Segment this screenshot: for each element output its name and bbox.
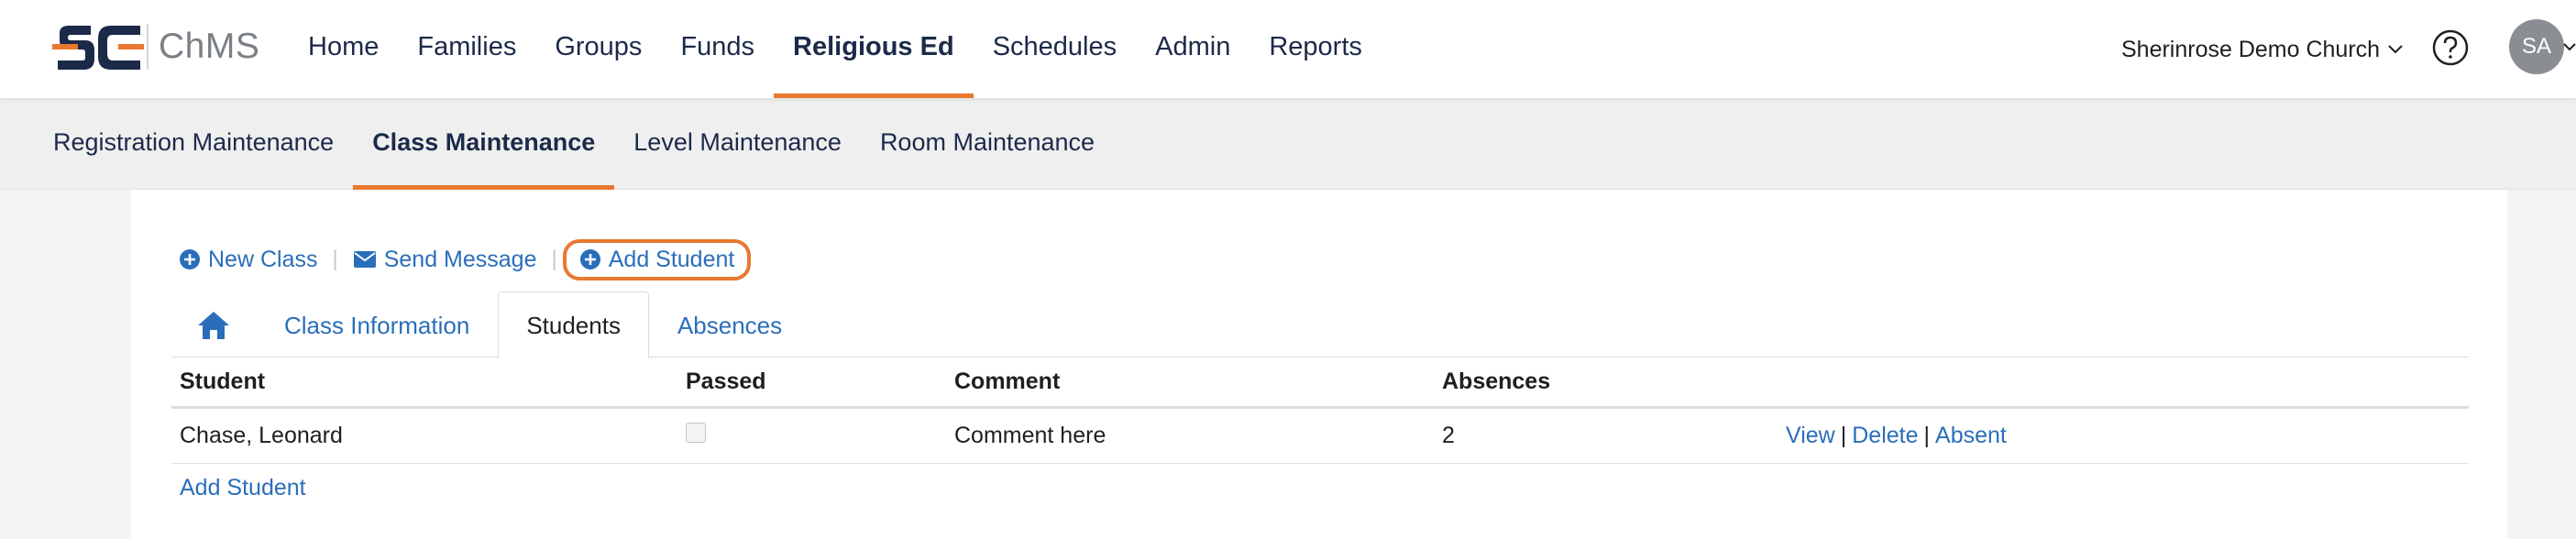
church-name: Sherinrose Demo Church (2121, 36, 2381, 62)
logo-divider (147, 24, 149, 70)
tab-class-information[interactable]: Class Information (256, 292, 498, 358)
envelope-icon (353, 251, 376, 268)
sub-nav: Registration Maintenance Class Maintenan… (34, 98, 1114, 190)
avatar-chevron-down-icon[interactable] (2563, 39, 2576, 54)
column-header-student: Student (180, 368, 266, 394)
add-student-link[interactable]: Add Student (180, 475, 306, 501)
cell-absences: 2 (1442, 423, 1455, 448)
tab-students[interactable]: Students (498, 292, 649, 358)
plus-circle-icon (180, 249, 200, 270)
column-header-comment: Comment (954, 368, 1061, 394)
subnav-registration-maintenance[interactable]: Registration Maintenance (34, 98, 353, 190)
view-link[interactable]: View (1786, 423, 1835, 448)
cell-passed (686, 423, 954, 449)
class-tabs: Class Information Students Absences (171, 292, 2469, 358)
column-header-passed: Passed (686, 368, 766, 394)
students-table: Student Passed Comment Absences Chase, L… (171, 358, 2469, 464)
nav-item-schedules[interactable]: Schedules (974, 0, 1136, 98)
add-student-label: Add Student (608, 246, 735, 272)
link-separator: | (1840, 423, 1847, 448)
cell-comment: Comment here (954, 423, 1106, 448)
action-divider: | (551, 247, 557, 271)
link-separator: | (1923, 423, 1931, 448)
sc-logo[interactable] (52, 22, 144, 73)
app-name: ChMS (159, 27, 260, 66)
subnav-room-maintenance[interactable]: Room Maintenance (861, 98, 1114, 190)
sub-navbar: Registration Maintenance Class Maintenan… (0, 98, 2576, 190)
table-header: Student Passed Comment Absences (171, 358, 2469, 409)
tab-absences[interactable]: Absences (649, 292, 810, 358)
send-message-button[interactable]: Send Message (353, 247, 537, 273)
send-message-label: Send Message (383, 246, 537, 272)
subnav-class-maintenance[interactable]: Class Maintenance (353, 98, 615, 190)
main-nav: Home Families Groups Funds Religious Ed … (289, 0, 1382, 98)
nav-item-admin[interactable]: Admin (1136, 0, 1249, 98)
help-icon[interactable] (2431, 28, 2470, 67)
plus-circle-icon (579, 249, 600, 270)
new-class-label: New Class (208, 246, 318, 272)
cell-student: Chase, Leonard (180, 423, 343, 448)
delete-link[interactable]: Delete (1852, 423, 1918, 448)
nav-item-families[interactable]: Families (398, 0, 535, 98)
table-row: Chase, Leonard Comment here 2 View | Delet… (171, 409, 2469, 464)
absent-link[interactable]: Absent (1935, 423, 2007, 448)
nav-item-religious-ed[interactable]: Religious Ed (774, 0, 974, 98)
nav-item-home[interactable]: Home (289, 0, 398, 98)
top-navbar: ChMS Home Families Groups Funds Religiou… (0, 0, 2576, 98)
nav-item-reports[interactable]: Reports (1249, 0, 1382, 98)
subnav-level-maintenance[interactable]: Level Maintenance (614, 98, 861, 190)
passed-checkbox[interactable] (686, 423, 706, 443)
cell-actions: View | Delete | Absent (1786, 423, 2469, 449)
action-divider: | (332, 247, 338, 271)
home-icon (198, 311, 229, 339)
tab-home[interactable] (171, 292, 256, 358)
add-student-button[interactable]: Add Student (562, 238, 752, 280)
chevron-down-icon (2388, 44, 2403, 53)
church-selector[interactable]: Sherinrose Demo Church (2121, 0, 2404, 98)
new-class-button[interactable]: New Class (179, 247, 317, 273)
column-header-absences: Absences (1442, 368, 1551, 394)
nav-item-funds[interactable]: Funds (661, 0, 774, 98)
nav-item-groups[interactable]: Groups (535, 0, 661, 98)
action-bar: New Class | Send Message | Add Student (179, 236, 752, 282)
user-avatar[interactable]: SA (2509, 19, 2564, 74)
